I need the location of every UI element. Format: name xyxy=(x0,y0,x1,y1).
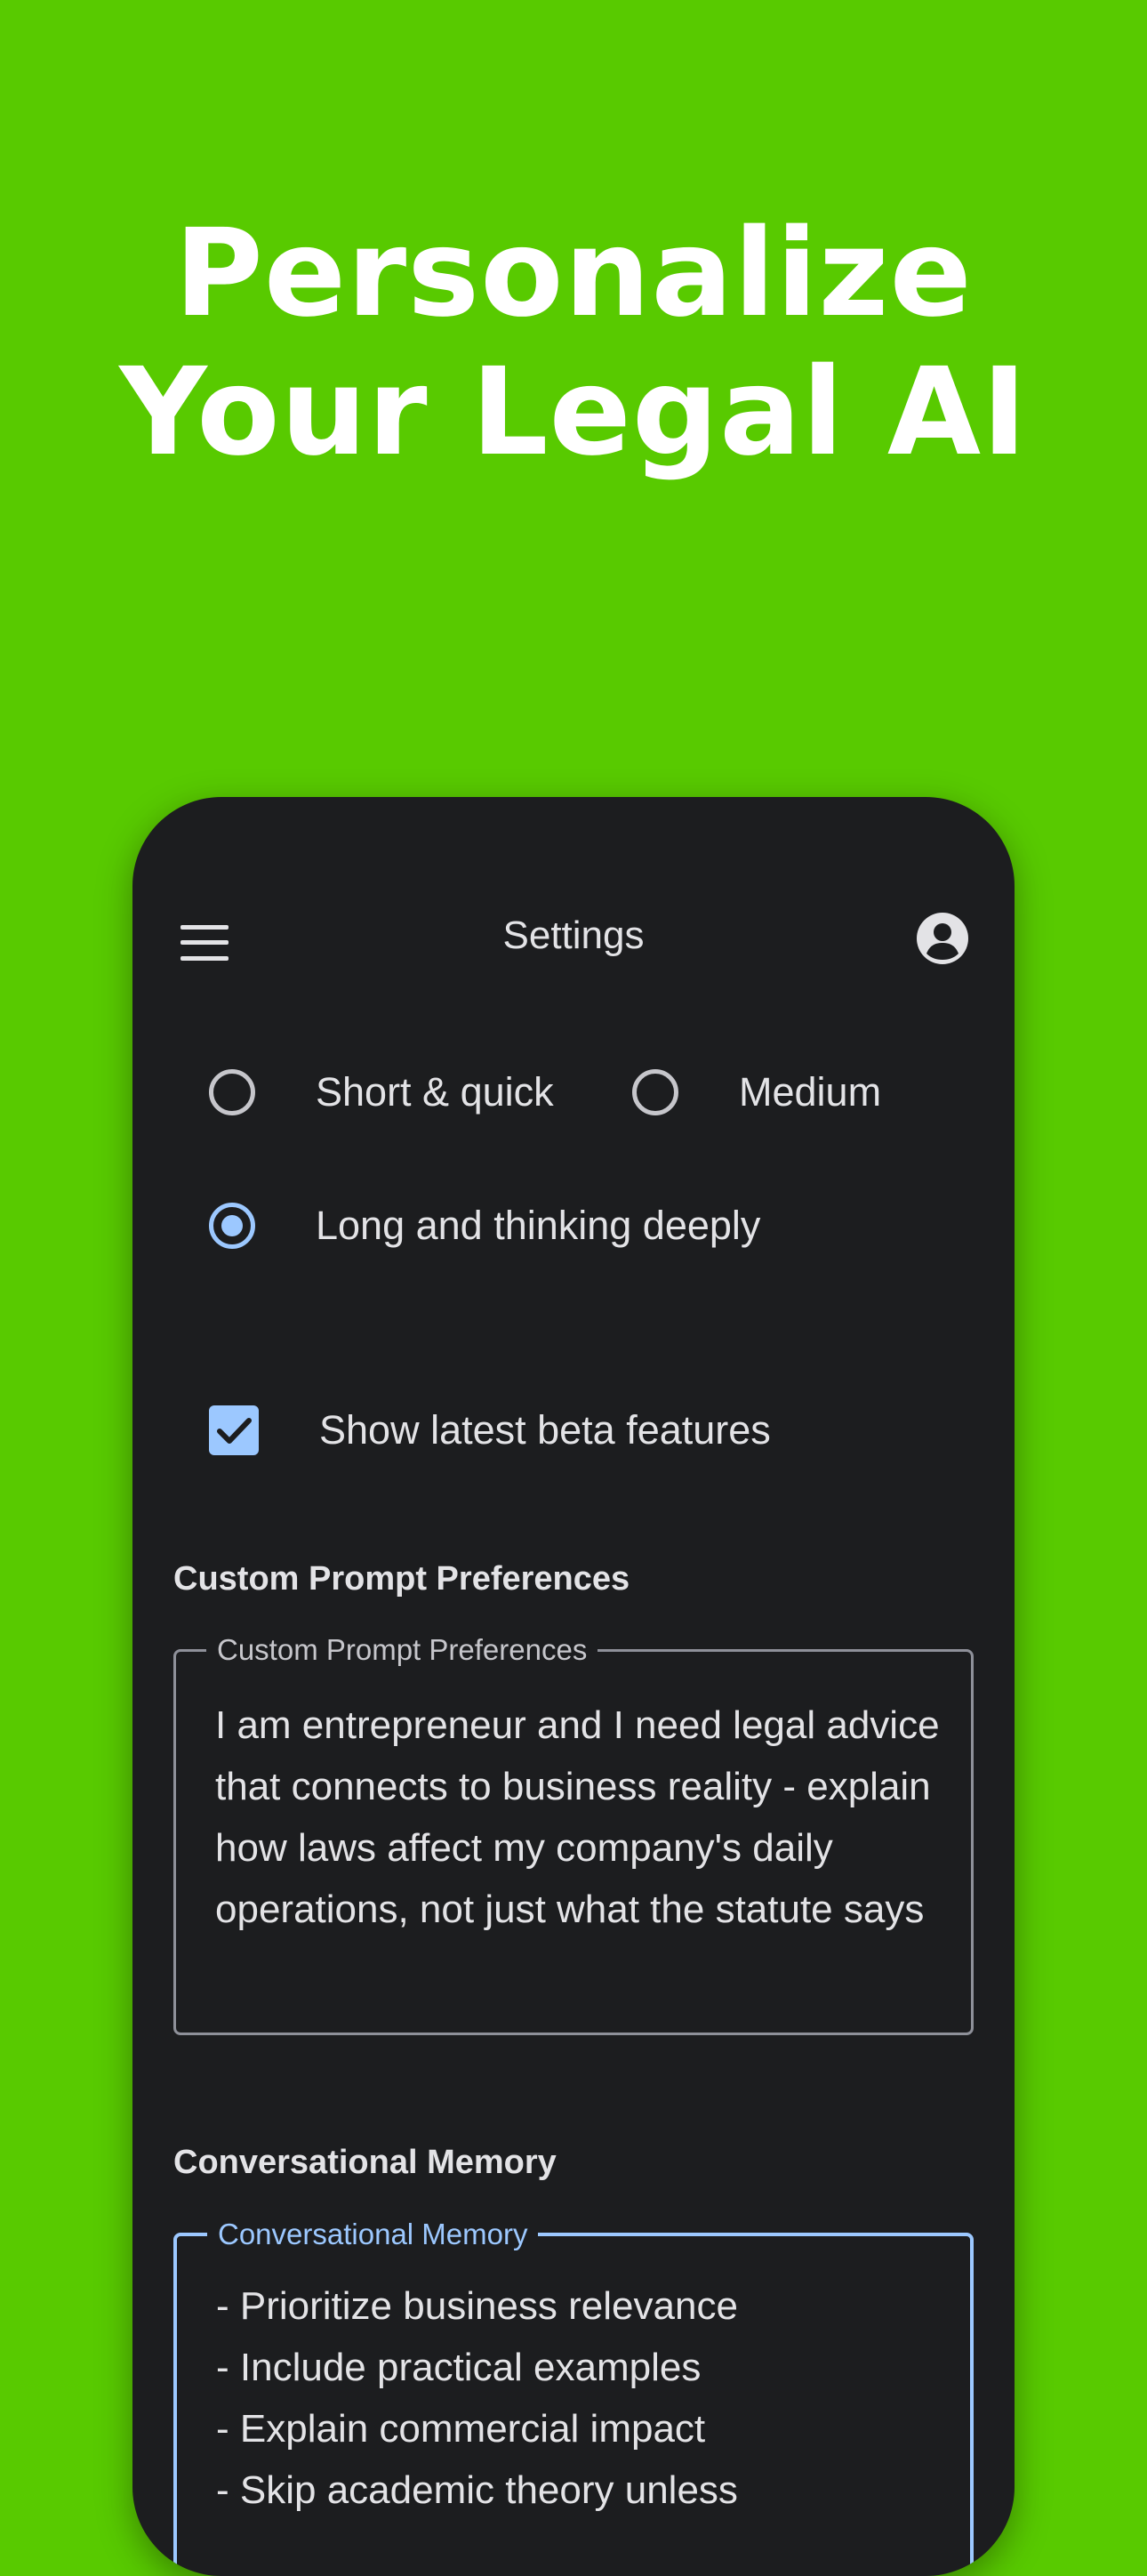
custom-prompt-field[interactable]: Custom Prompt Preferences I am entrepren… xyxy=(173,1634,974,2035)
headline-line-2: Your Legal AI xyxy=(119,342,1028,483)
option-medium-label: Medium xyxy=(739,1069,882,1115)
headline-line-1: Personalize xyxy=(174,204,973,344)
radio-medium[interactable] xyxy=(632,1069,678,1115)
phone-screen: Settings Short & quick Medium Long and t… xyxy=(132,797,1015,2576)
account-circle-icon[interactable] xyxy=(917,913,968,964)
beta-features-label: Show latest beta features xyxy=(319,1407,771,1453)
option-long-deep[interactable]: Long and thinking deeply xyxy=(209,1203,760,1249)
memory-value[interactable]: - Prioritize business relevance - Includ… xyxy=(216,2275,945,2521)
radio-short-quick[interactable] xyxy=(209,1069,255,1115)
option-long-deep-label: Long and thinking deeply xyxy=(316,1203,761,1248)
check-icon xyxy=(217,1418,252,1444)
headline: Personalize Your Legal AI xyxy=(0,205,1147,482)
option-short-quick-label: Short & quick xyxy=(316,1069,554,1115)
memory-field-label: Conversational Memory xyxy=(207,2218,539,2250)
beta-features-toggle[interactable]: Show latest beta features xyxy=(209,1405,771,1455)
beta-features-checkbox[interactable] xyxy=(209,1405,259,1455)
custom-prompt-value[interactable]: I am entrepreneur and I need legal advic… xyxy=(215,1695,944,1940)
memory-heading: Conversational Memory xyxy=(173,2144,557,2181)
memory-field[interactable]: Conversational Memory - Prioritize busin… xyxy=(173,2218,974,2576)
option-short-quick[interactable]: Short & quick xyxy=(209,1069,554,1115)
radio-long-deep[interactable] xyxy=(209,1203,255,1249)
option-medium[interactable]: Medium xyxy=(632,1069,881,1115)
page-title: Settings xyxy=(502,914,645,957)
custom-prompt-field-label: Custom Prompt Preferences xyxy=(206,1634,598,1666)
custom-prompt-heading: Custom Prompt Preferences xyxy=(173,1560,630,1598)
